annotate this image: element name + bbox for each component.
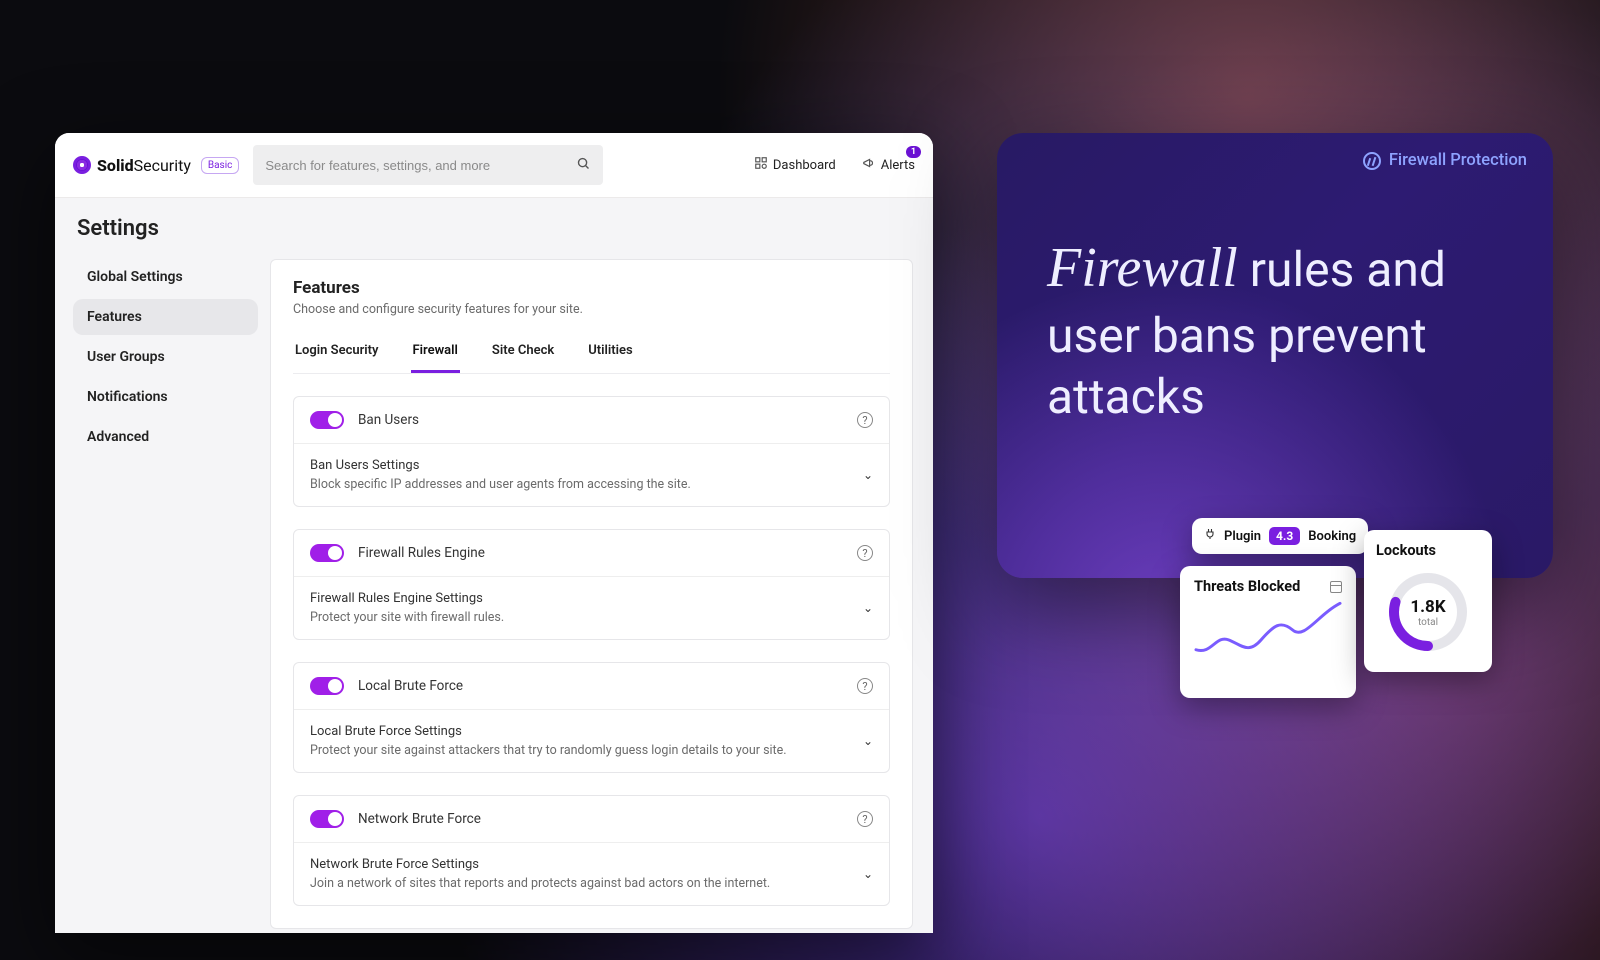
app-window: SolidSecurity Basic Dashboard Alerts 1 S…: [55, 133, 933, 933]
plug-icon: [1204, 528, 1216, 544]
settings-title: Firewall Rules Engine Settings: [310, 591, 863, 606]
promo-kicker-text: Firewall Protection: [1389, 151, 1527, 170]
plugin-chip: Plugin 4.3 Booking: [1192, 518, 1368, 554]
panel-heading: Features: [293, 278, 890, 298]
brand-mark-icon: [73, 156, 91, 174]
dashboard-link[interactable]: Dashboard: [754, 156, 836, 174]
help-icon[interactable]: ?: [857, 412, 873, 428]
settings-title: Local Brute Force Settings: [310, 724, 863, 739]
lockouts-title: Lockouts: [1376, 542, 1480, 559]
promo-card: Firewall Protection Firewall rules and u…: [997, 133, 1553, 578]
sidebar-item-user-groups[interactable]: User Groups: [73, 339, 258, 375]
feature-settings-row[interactable]: Local Brute Force Settings Protect your …: [294, 710, 889, 772]
wordpress-icon: [1363, 152, 1381, 170]
feature-settings-row[interactable]: Firewall Rules Engine Settings Protect y…: [294, 577, 889, 639]
plan-badge: Basic: [201, 157, 240, 174]
alerts-link[interactable]: Alerts 1: [862, 156, 915, 174]
plugin-name: Booking: [1308, 529, 1356, 544]
brand-text: SolidSecurity: [97, 156, 191, 175]
toggle-ban-users[interactable]: [310, 411, 344, 429]
calendar-icon[interactable]: [1330, 581, 1342, 593]
threats-sparkline: [1194, 595, 1342, 665]
feature-ban-users: Ban Users ? Ban Users Settings Block spe…: [293, 396, 890, 507]
features-panel: Features Choose and configure security f…: [270, 259, 913, 929]
dashboard-label: Dashboard: [773, 158, 836, 173]
feature-local-brute-force: Local Brute Force ? Local Brute Force Se…: [293, 662, 890, 773]
toggle-local-brute-force[interactable]: [310, 677, 344, 695]
topbar: SolidSecurity Basic Dashboard Alerts 1: [55, 133, 933, 198]
feature-name: Ban Users: [358, 412, 843, 428]
sidebar-item-global-settings[interactable]: Global Settings: [73, 259, 258, 295]
threats-blocked-card: Threats Blocked: [1180, 566, 1356, 698]
tab-firewall[interactable]: Firewall: [411, 335, 460, 373]
feature-name: Local Brute Force: [358, 678, 843, 694]
settings-desc: Join a network of sites that reports and…: [310, 876, 863, 891]
threats-title: Threats Blocked: [1194, 578, 1300, 595]
chevron-down-icon: ⌄: [863, 734, 873, 748]
help-icon[interactable]: ?: [857, 678, 873, 694]
feature-name: Firewall Rules Engine: [358, 545, 843, 561]
settings-desc: Protect your site with firewall rules.: [310, 610, 863, 625]
lockouts-card: Lockouts 1.8K total: [1364, 530, 1492, 672]
sidebar-item-features[interactable]: Features: [73, 299, 258, 335]
tab-login-security[interactable]: Login Security: [293, 335, 381, 373]
toggle-network-brute-force[interactable]: [310, 810, 344, 828]
plugin-label: Plugin: [1224, 529, 1261, 544]
promo-title: Firewall rules and user bans prevent att…: [1047, 233, 1513, 428]
plugin-score: 4.3: [1269, 527, 1300, 545]
chevron-down-icon: ⌄: [863, 867, 873, 881]
alerts-badge: 1: [906, 146, 921, 158]
tab-site-check[interactable]: Site Check: [490, 335, 556, 373]
tab-utilities[interactable]: Utilities: [586, 335, 634, 373]
megaphone-icon: [862, 156, 876, 174]
settings-title: Ban Users Settings: [310, 458, 863, 473]
chevron-down-icon: ⌄: [863, 601, 873, 615]
chevron-down-icon: ⌄: [863, 468, 873, 482]
help-icon[interactable]: ?: [857, 811, 873, 827]
help-icon[interactable]: ?: [857, 545, 873, 561]
settings-desc: Protect your site against attackers that…: [310, 743, 863, 758]
settings-desc: Block specific IP addresses and user age…: [310, 477, 863, 492]
toggle-firewall-rules[interactable]: [310, 544, 344, 562]
feature-name: Network Brute Force: [358, 811, 843, 827]
alerts-label: Alerts: [881, 158, 915, 173]
panel-subheading: Choose and configure security features f…: [293, 302, 890, 317]
feature-firewall-rules-engine: Firewall Rules Engine ? Firewall Rules E…: [293, 529, 890, 640]
sidebar-item-notifications[interactable]: Notifications: [73, 379, 258, 415]
search-box[interactable]: [253, 145, 603, 185]
dashboard-icon: [754, 156, 768, 174]
lockouts-sub: total: [1418, 617, 1438, 628]
lockouts-value: 1.8K: [1410, 597, 1445, 617]
search-input[interactable]: [265, 158, 576, 173]
brand-logo: SolidSecurity Basic: [73, 156, 239, 175]
search-icon[interactable]: [576, 156, 591, 175]
feature-settings-row[interactable]: Network Brute Force Settings Join a netw…: [294, 843, 889, 905]
promo-kicker: Firewall Protection: [1363, 151, 1527, 170]
sidebar-item-advanced[interactable]: Advanced: [73, 419, 258, 455]
feature-tabs: Login Security Firewall Site Check Utili…: [293, 335, 890, 374]
settings-sidebar: Global Settings Features User Groups Not…: [55, 251, 270, 929]
feature-settings-row[interactable]: Ban Users Settings Block specific IP add…: [294, 444, 889, 506]
page-title: Settings: [55, 198, 933, 251]
feature-network-brute-force: Network Brute Force ? Network Brute Forc…: [293, 795, 890, 906]
settings-title: Network Brute Force Settings: [310, 857, 863, 872]
